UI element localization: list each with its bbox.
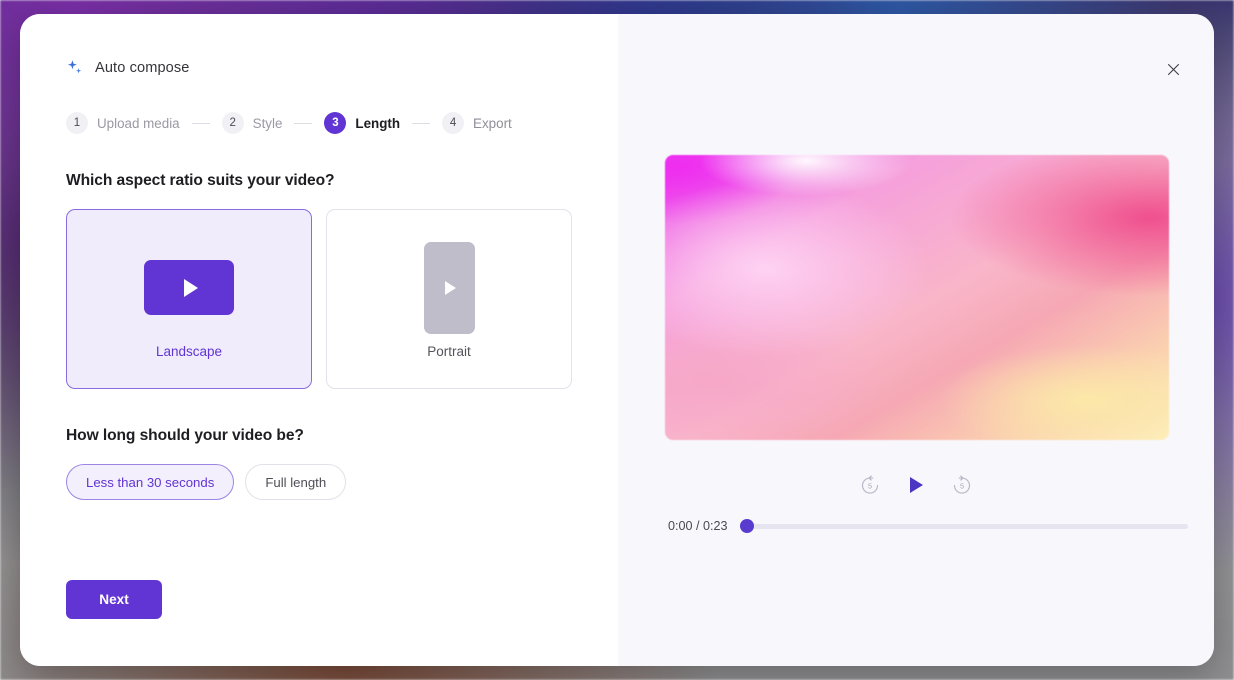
brand-row: Auto compose	[66, 57, 618, 79]
stepper-step-number: 3	[324, 112, 346, 134]
progress-thumb[interactable]	[740, 519, 754, 533]
stepper-step-export[interactable]: 4 Export	[442, 112, 512, 134]
video-length-options: Less than 30 seconds Full length	[66, 464, 618, 500]
video-preview[interactable]	[665, 155, 1169, 440]
player-controls: 5 5	[618, 472, 1214, 498]
dialog-left-pane: Auto compose 1 Upload media 2 Style 3 Le…	[20, 14, 618, 666]
play-icon	[445, 281, 456, 295]
play-button[interactable]	[903, 472, 929, 498]
progress-track-rail	[740, 524, 1188, 529]
stepper-separator	[412, 123, 430, 124]
play-icon	[184, 279, 198, 297]
dialog-right-pane: 5 5 0:00 / 0:23	[618, 14, 1214, 666]
stepper-step-upload-media[interactable]: 1 Upload media	[66, 112, 180, 134]
stepper-separator	[294, 123, 312, 124]
rewind-5-button[interactable]: 5	[857, 472, 883, 498]
forward-5-icon: 5	[951, 474, 973, 496]
rewind-5-icon: 5	[859, 474, 881, 496]
rewind-5-label: 5	[868, 482, 872, 491]
auto-compose-dialog: Auto compose 1 Upload media 2 Style 3 Le…	[20, 14, 1214, 666]
time-display: 0:00 / 0:23	[668, 519, 740, 533]
stepper-step-label: Style	[253, 116, 283, 131]
aspect-option-label: Landscape	[156, 344, 222, 359]
stepper-step-label: Length	[355, 116, 400, 131]
portrait-preview-icon	[424, 242, 475, 334]
stepper-step-style[interactable]: 2 Style	[222, 112, 283, 134]
aspect-option-portrait[interactable]: Portrait	[326, 209, 572, 389]
video-length-question: How long should your video be?	[66, 427, 618, 445]
playback-scrubber-row: 0:00 / 0:23	[668, 517, 1188, 535]
brand-label: Auto compose	[95, 60, 190, 76]
stepper-step-label: Export	[473, 116, 512, 131]
stepper-step-number: 1	[66, 112, 88, 134]
sparkle-icon	[66, 59, 84, 77]
aspect-ratio-question: Which aspect ratio suits your video?	[66, 172, 618, 190]
close-icon	[1166, 62, 1181, 77]
length-option-less-than-30-seconds[interactable]: Less than 30 seconds	[66, 464, 234, 500]
stepper-step-number: 2	[222, 112, 244, 134]
stepper-step-number: 4	[442, 112, 464, 134]
stepper-separator	[192, 123, 210, 124]
forward-5-label: 5	[960, 482, 964, 491]
stepper-step-length[interactable]: 3 Length	[324, 112, 400, 134]
forward-5-button[interactable]: 5	[949, 472, 975, 498]
stepper: 1 Upload media 2 Style 3 Length 4 Export	[66, 110, 618, 136]
portrait-thumb-wrap	[424, 240, 475, 336]
aspect-ratio-options: Landscape Portrait	[66, 209, 618, 389]
next-button[interactable]: Next	[66, 580, 162, 619]
close-button[interactable]	[1159, 55, 1187, 83]
aspect-option-landscape[interactable]: Landscape	[66, 209, 312, 389]
length-option-full-length[interactable]: Full length	[245, 464, 346, 500]
landscape-thumb-wrap	[144, 240, 234, 336]
progress-track[interactable]	[740, 517, 1188, 535]
aspect-option-label: Portrait	[427, 344, 471, 359]
stepper-step-label: Upload media	[97, 116, 180, 131]
landscape-preview-icon	[144, 260, 234, 315]
play-icon	[910, 477, 923, 493]
